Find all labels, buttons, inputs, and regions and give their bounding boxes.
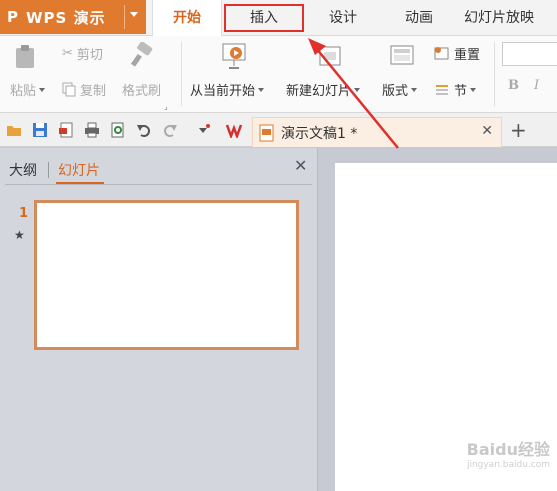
app-menu-button[interactable]: P WPS 演示 bbox=[0, 0, 146, 34]
slide-animation-star-icon: ★ bbox=[14, 228, 25, 242]
new-slide-icon bbox=[319, 46, 341, 66]
ribbon-toolbar: 粘贴 ✂ 剪切 复制 格式刷 ⌟ 从当前开始 新建幻灯片 版式 重置 节 B I bbox=[0, 36, 557, 113]
clipboard-launcher-icon[interactable]: ⌟ bbox=[164, 102, 168, 111]
cut-button[interactable]: ✂ 剪切 bbox=[62, 44, 103, 63]
app-menu-dropdown-icon[interactable] bbox=[130, 12, 138, 17]
from-current-label: 从当前开始 bbox=[190, 84, 256, 99]
scissors-icon: ✂ bbox=[62, 46, 73, 61]
watermark: Baidu经验 jingyan.baidu.com bbox=[430, 436, 550, 470]
paste-label: 粘贴 bbox=[10, 84, 37, 99]
new-slide-button[interactable]: 新建幻灯片 bbox=[286, 80, 361, 99]
redo-icon[interactable] bbox=[162, 122, 178, 138]
layout-icon bbox=[390, 45, 414, 65]
layout-caret-icon bbox=[411, 87, 418, 92]
wps-home-icon[interactable] bbox=[226, 122, 246, 138]
section-caret-icon bbox=[470, 87, 477, 92]
paste-icon bbox=[16, 45, 34, 68]
from-current-button[interactable]: 从当前开始 bbox=[190, 80, 265, 99]
tab-home[interactable]: 开始 bbox=[152, 0, 222, 36]
bold-label: B bbox=[508, 78, 519, 93]
layout-button[interactable]: 版式 bbox=[382, 80, 418, 99]
quick-access-bar: 演示文稿1 * ✕ + bbox=[0, 113, 557, 147]
copy-button[interactable]: 复制 bbox=[62, 80, 106, 99]
print-icon[interactable] bbox=[84, 122, 100, 138]
export-pdf-icon[interactable] bbox=[58, 122, 74, 138]
tab-animation[interactable]: 动画 bbox=[390, 0, 448, 34]
font-name-input[interactable] bbox=[502, 42, 557, 66]
section-label: 节 bbox=[454, 84, 468, 99]
presentation-file-icon bbox=[259, 124, 274, 141]
ribbon-divider bbox=[181, 42, 182, 106]
paste-caret-icon bbox=[39, 87, 46, 92]
save-icon[interactable] bbox=[32, 122, 48, 138]
reset-button[interactable]: 重置 bbox=[434, 44, 480, 63]
undo-icon[interactable] bbox=[136, 122, 152, 138]
section-icon bbox=[436, 84, 448, 94]
panel-divider bbox=[5, 184, 312, 185]
italic-button[interactable]: I bbox=[534, 78, 539, 93]
copy-label: 复制 bbox=[80, 84, 107, 99]
italic-label: I bbox=[534, 78, 540, 93]
from-current-caret-icon bbox=[258, 87, 265, 92]
bold-button[interactable]: B bbox=[508, 78, 519, 93]
reset-icon bbox=[434, 46, 449, 59]
tab-slides[interactable]: 幻灯片 bbox=[58, 160, 100, 180]
section-button[interactable]: 节 bbox=[434, 80, 477, 99]
play-from-current-icon bbox=[222, 43, 246, 69]
tab-design[interactable]: 设计 bbox=[314, 0, 372, 34]
format-painter-icon bbox=[130, 42, 153, 67]
open-folder-icon[interactable] bbox=[6, 122, 22, 138]
tab-outline[interactable]: 大纲 bbox=[9, 160, 37, 180]
new-slide-caret-icon bbox=[354, 87, 361, 92]
app-menu-divider bbox=[124, 5, 125, 29]
slide-thumbnail[interactable] bbox=[34, 200, 299, 350]
cut-label: 剪切 bbox=[76, 48, 103, 63]
watermark-brand: Baidu经验 bbox=[466, 440, 550, 459]
document-tab[interactable]: 演示文稿1 * ✕ bbox=[252, 117, 502, 147]
tab-insert[interactable]: 插入 bbox=[224, 4, 304, 32]
new-slide-label: 新建幻灯片 bbox=[286, 84, 352, 99]
title-tab-bar: P WPS 演示 开始 插入 设计 动画 幻灯片放映 bbox=[0, 0, 557, 36]
tab-slideshow[interactable]: 幻灯片放映 bbox=[464, 0, 557, 34]
ribbon-divider bbox=[494, 42, 495, 106]
close-panel-icon[interactable]: ✕ bbox=[294, 156, 307, 175]
slides-panel: 大纲 幻灯片 ✕ 1 ★ bbox=[0, 148, 318, 491]
format-painter-label: 格式刷 bbox=[122, 84, 162, 99]
app-name: WPS 演示 bbox=[26, 8, 106, 27]
watermark-url: jingyan.baidu.com bbox=[466, 460, 550, 470]
close-tab-icon[interactable]: ✕ bbox=[481, 123, 493, 139]
wps-logo-icon: P bbox=[7, 8, 19, 26]
new-tab-icon[interactable]: + bbox=[510, 118, 527, 142]
paste-button[interactable]: 粘贴 bbox=[10, 80, 46, 99]
panel-tab-divider bbox=[48, 162, 49, 178]
customize-toolbar-icon[interactable] bbox=[196, 122, 212, 138]
slide-number: 1 bbox=[19, 206, 29, 221]
layout-label: 版式 bbox=[382, 84, 409, 99]
document-tab-title: 演示文稿1 * bbox=[281, 125, 358, 142]
reset-label: 重置 bbox=[454, 48, 481, 63]
format-painter-button[interactable]: 格式刷 bbox=[122, 80, 161, 99]
copy-icon bbox=[62, 82, 76, 97]
print-preview-icon[interactable] bbox=[110, 122, 126, 138]
